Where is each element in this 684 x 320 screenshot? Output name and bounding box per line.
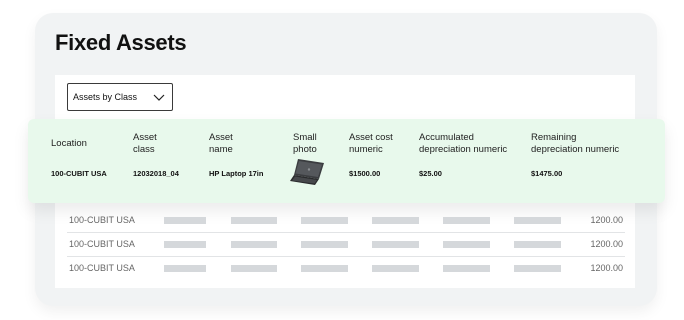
placeholder-cell <box>164 265 206 272</box>
header-asset-cost-line2: numeric <box>349 144 383 155</box>
header-small-photo-line2: photo <box>293 144 317 155</box>
dropdown-selected-label: Assets by Class <box>73 92 138 102</box>
placeholder-cell <box>372 241 419 248</box>
placeholder-cell <box>514 217 561 224</box>
placeholder-cell <box>164 217 206 224</box>
placeholder-cell <box>443 217 490 224</box>
value-asset-class: 12032018_04 <box>133 169 179 178</box>
header-asset-class-line1: Asset <box>133 132 157 143</box>
header-accumulated-depreciation: Accumulated depreciation numeric <box>419 132 507 156</box>
row-location: 100-CUBIT USA <box>69 263 135 273</box>
row-location: 100-CUBIT USA <box>69 239 135 249</box>
row-amount: 1200.00 <box>590 215 623 225</box>
header-accumulated-line1: Accumulated <box>419 132 474 143</box>
row-amount: 1200.00 <box>590 239 623 249</box>
header-asset-cost-line1: Asset cost <box>349 132 393 143</box>
header-asset-name-line1: Asset <box>209 132 233 143</box>
placeholder-cell <box>372 265 419 272</box>
value-asset-name: HP Laptop 17in <box>209 169 264 178</box>
table-row[interactable]: 100-CUBIT USA 1200.00 <box>67 233 625 257</box>
value-asset-cost: $1500.00 <box>349 169 381 178</box>
placeholder-cell <box>514 265 561 272</box>
table-row[interactable]: 100-CUBIT USA 1200.00 <box>67 209 625 233</box>
placeholder-cell <box>301 217 348 224</box>
header-location: Location <box>51 138 87 150</box>
laptop-icon <box>290 159 324 185</box>
row-location: 100-CUBIT USA <box>69 215 135 225</box>
value-accumulated-depreciation: $25.00 <box>419 169 442 178</box>
placeholder-cell <box>443 241 490 248</box>
placeholder-cell <box>231 217 277 224</box>
placeholder-cell <box>231 265 277 272</box>
header-small-photo-line1: Small <box>293 132 317 143</box>
table-row[interactable]: 100-CUBIT USA 1200.00 <box>67 257 625 281</box>
header-asset-class: Asset class <box>133 132 157 156</box>
header-remaining-line1: Remaining <box>531 132 577 143</box>
header-accumulated-line2: depreciation numeric <box>419 144 508 155</box>
value-remaining-depreciation: $1475.00 <box>531 169 563 178</box>
page-title: Fixed Assets <box>55 30 187 55</box>
header-remaining-line2: depreciation numeric <box>531 144 620 155</box>
placeholder-cell <box>301 241 348 248</box>
header-asset-class-line2: class <box>133 144 155 155</box>
header-small-photo: Small photo <box>293 132 317 156</box>
assets-view-dropdown[interactable]: Assets by Class <box>67 83 173 111</box>
header-asset-cost: Asset cost numeric <box>349 132 393 156</box>
chevron-down-icon <box>153 94 165 101</box>
value-location: 100-CUBIT USA <box>51 169 107 178</box>
header-asset-name: Asset name <box>209 132 233 156</box>
header-remaining-depreciation: Remaining depreciation numeric <box>531 132 619 156</box>
header-asset-name-line2: name <box>209 144 233 155</box>
placeholder-cell <box>443 265 490 272</box>
placeholder-cell <box>164 241 206 248</box>
placeholder-cell <box>301 265 348 272</box>
row-amount: 1200.00 <box>590 263 623 273</box>
placeholder-cell <box>372 217 419 224</box>
header-location-label: Location <box>51 138 87 149</box>
placeholder-cell <box>231 241 277 248</box>
placeholder-cell <box>514 241 561 248</box>
